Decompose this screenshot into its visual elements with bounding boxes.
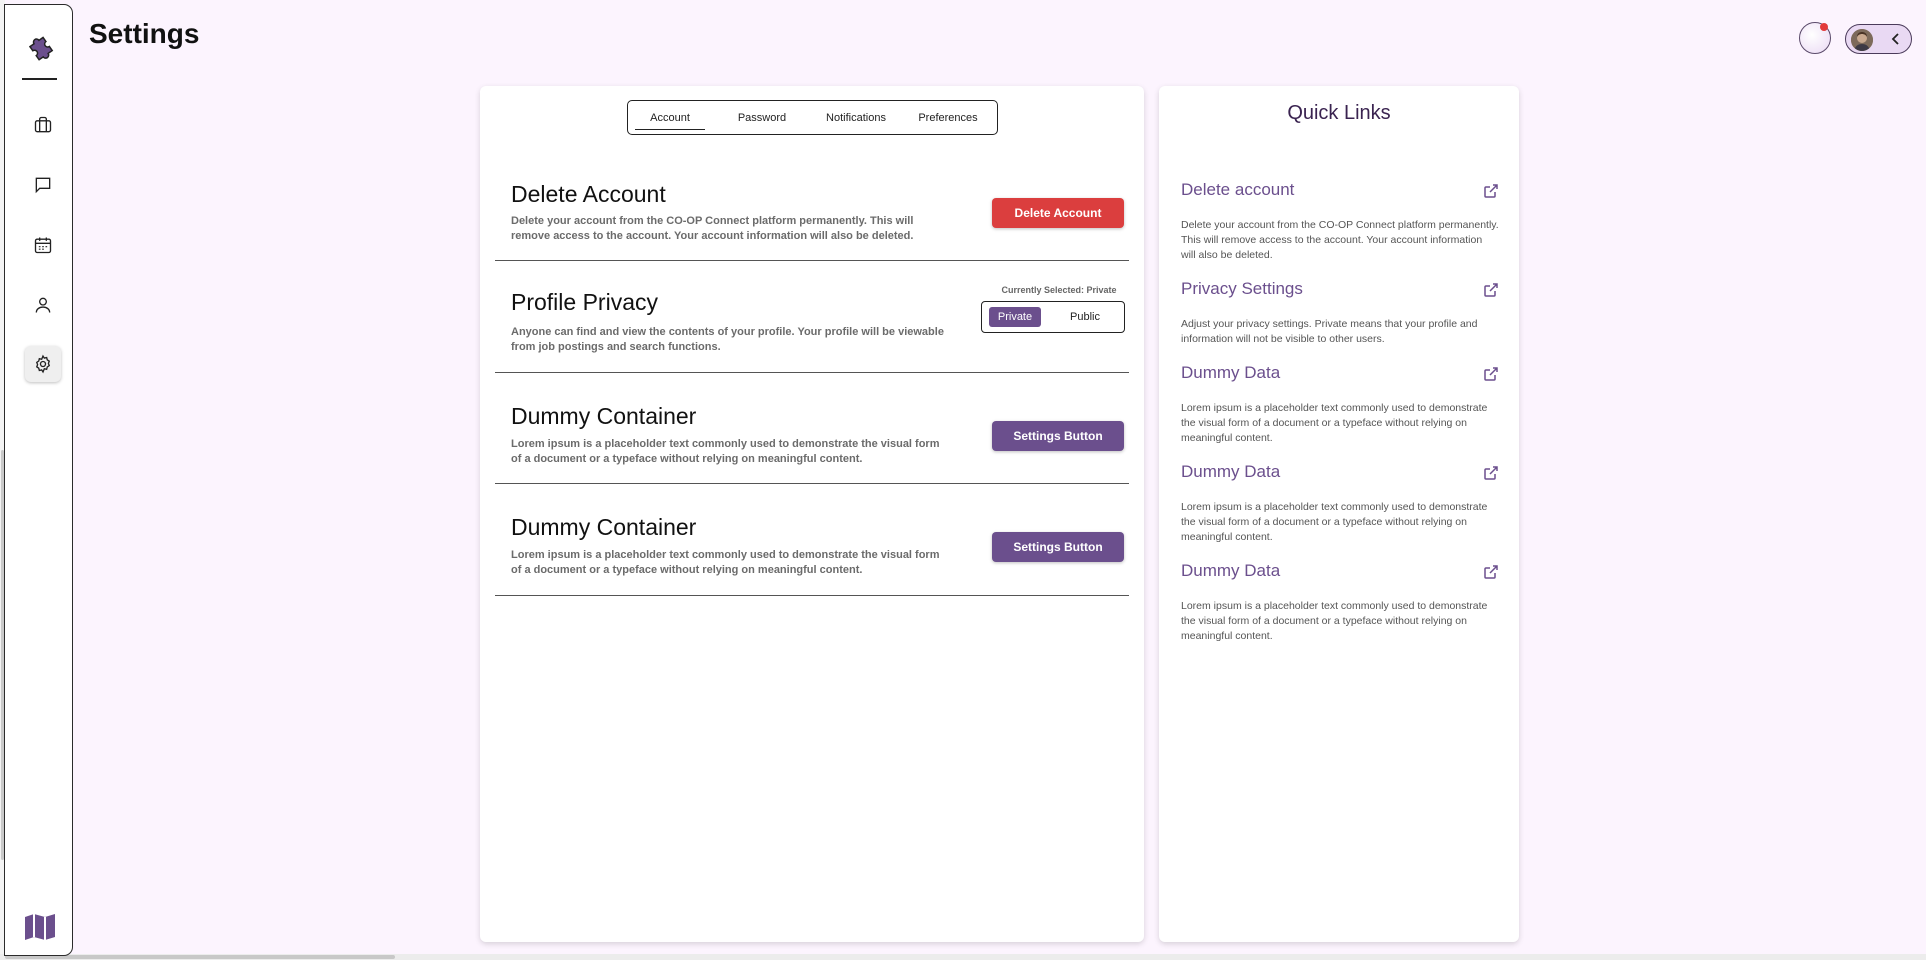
map-icon[interactable] <box>24 913 56 941</box>
quick-link-item: Dummy Data Lorem ipsum is a placeholder … <box>1181 561 1499 642</box>
external-link-icon[interactable] <box>1483 465 1499 481</box>
sidebar-item-jobs[interactable] <box>25 107 61 143</box>
chevron-left-icon <box>1891 33 1899 45</box>
quick-link-title[interactable]: Dummy Data <box>1181 561 1499 581</box>
section-title: Dummy Container <box>511 514 697 540</box>
tab-notifications[interactable]: Notifications <box>812 101 900 134</box>
notification-button[interactable] <box>1799 22 1831 54</box>
quick-link-item: Dummy Data Lorem ipsum is a placeholder … <box>1181 462 1499 543</box>
chat-icon <box>35 177 51 194</box>
avatar <box>1851 29 1873 51</box>
quick-link-description: Adjust your privacy settings. Private me… <box>1181 318 1478 345</box>
section-description: Lorem ipsum is a placeholder text common… <box>511 549 940 576</box>
tab-preferences[interactable]: Preferences <box>900 101 996 134</box>
quick-links-panel: Quick Links Delete account Delete your a… <box>1159 86 1519 942</box>
section-description: Lorem ipsum is a placeholder text common… <box>511 438 940 465</box>
section-description: Delete your account from the CO-OP Conne… <box>511 215 914 242</box>
page-title: Settings <box>89 18 200 49</box>
briefcase-icon <box>34 116 52 133</box>
tab-account[interactable]: Account <box>628 101 712 134</box>
quick-link-item: Delete account Delete your account from … <box>1181 180 1499 261</box>
quick-link-description: Lorem ipsum is a placeholder text common… <box>1181 402 1488 444</box>
sidebar <box>4 4 73 956</box>
user-icon <box>35 297 51 313</box>
quick-link-item: Privacy Settings Adjust your privacy set… <box>1181 279 1499 345</box>
settings-button[interactable]: Settings Button <box>992 532 1124 562</box>
privacy-current-selection: Currently Selected: Private <box>1001 285 1117 295</box>
sidebar-item-calendar[interactable] <box>25 227 61 263</box>
profile-menu-button[interactable] <box>1845 24 1912 54</box>
quick-link-description: Lorem ipsum is a placeholder text common… <box>1181 501 1488 543</box>
settings-button[interactable]: Settings Button <box>992 421 1124 451</box>
profile-privacy-section: Profile Privacy Anyone can find and view… <box>495 261 1129 373</box>
quick-link-title[interactable]: Dummy Data <box>1181 462 1499 482</box>
gear-icon <box>35 354 51 374</box>
sidebar-item-messages[interactable] <box>25 167 61 203</box>
privacy-option-public[interactable]: Public <box>1063 307 1107 327</box>
delete-account-section: Delete Account Delete your account from … <box>495 156 1129 261</box>
sidebar-item-profile[interactable] <box>25 287 61 323</box>
quick-link-title[interactable]: Privacy Settings <box>1181 279 1499 299</box>
settings-tabs: Account Password Notifications Preferenc… <box>627 100 998 135</box>
quick-link-description: Delete your account from the CO-OP Conne… <box>1181 219 1499 261</box>
privacy-option-private[interactable]: Private <box>989 307 1041 327</box>
section-title: Dummy Container <box>511 403 697 429</box>
sidebar-divider <box>22 78 57 80</box>
dummy-container-section: Dummy Container Lorem ipsum is a placeho… <box>495 373 1129 484</box>
quick-link-item: Dummy Data Lorem ipsum is a placeholder … <box>1181 363 1499 444</box>
dummy-container-section: Dummy Container Lorem ipsum is a placeho… <box>495 484 1129 596</box>
calendar-icon <box>34 237 52 254</box>
horizontal-scrollbar[interactable] <box>0 954 1926 960</box>
section-title: Profile Privacy <box>511 289 658 315</box>
section-title: Delete Account <box>511 181 666 207</box>
quick-links-title: Quick Links <box>1287 102 1391 124</box>
section-description: Anyone can find and view the contents of… <box>511 326 944 353</box>
notification-badge <box>1820 23 1828 31</box>
quick-link-title[interactable]: Dummy Data <box>1181 363 1499 383</box>
external-link-icon[interactable] <box>1483 564 1499 580</box>
sidebar-item-settings[interactable] <box>25 346 61 382</box>
external-link-icon[interactable] <box>1483 282 1499 298</box>
puzzle-logo-icon[interactable] <box>25 29 57 61</box>
external-link-icon[interactable] <box>1483 183 1499 199</box>
quick-link-description: Lorem ipsum is a placeholder text common… <box>1181 600 1488 642</box>
quick-link-title[interactable]: Delete account <box>1181 180 1499 200</box>
privacy-toggle: Private Public <box>981 301 1125 333</box>
settings-panel: Account Password Notifications Preferenc… <box>480 86 1144 942</box>
tab-password[interactable]: Password <box>712 101 812 134</box>
delete-account-button[interactable]: Delete Account <box>992 198 1124 228</box>
external-link-icon[interactable] <box>1483 366 1499 382</box>
